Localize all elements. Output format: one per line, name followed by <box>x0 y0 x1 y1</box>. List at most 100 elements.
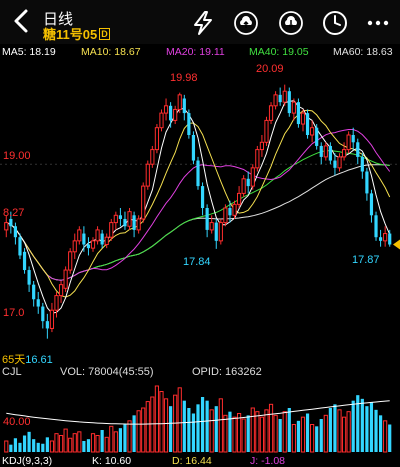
candle <box>77 226 82 245</box>
candle <box>315 124 319 150</box>
volume-bar <box>209 409 214 453</box>
candle-body <box>360 156 364 172</box>
volume-bar <box>287 408 291 452</box>
volume-bar <box>58 435 64 453</box>
candle-body <box>369 193 374 216</box>
candle-body <box>250 167 255 187</box>
candle <box>159 109 164 132</box>
candle-body <box>365 171 369 194</box>
candle-body <box>22 251 27 271</box>
candle <box>287 87 291 117</box>
period-low: 16.61 <box>25 354 53 366</box>
candle <box>250 164 255 190</box>
candle-body <box>305 113 310 135</box>
candle <box>13 222 18 245</box>
volume-bar <box>90 433 96 453</box>
candle <box>191 131 196 165</box>
candle-body <box>351 135 355 143</box>
contract-badge: D <box>99 28 110 40</box>
volume-bar <box>77 431 82 453</box>
clock-icon[interactable] <box>322 10 348 36</box>
candle-body <box>104 236 109 245</box>
period-days: 65天 <box>2 354 26 366</box>
volume-bar <box>296 420 301 452</box>
candle <box>82 226 86 252</box>
back-arrow-icon[interactable] <box>8 6 34 36</box>
contract-name[interactable]: 糖11号05 D <box>43 24 110 43</box>
volume-bar <box>32 439 36 452</box>
candle-body <box>177 94 182 110</box>
candle-body <box>205 208 209 230</box>
volume-bar <box>383 420 388 453</box>
kdj-indicator[interactable]: KDJ(9,3,3) K: 10.60 D: 16.44 J: -1.08 <box>0 455 400 467</box>
candle-body <box>132 215 136 230</box>
volume-axis-label: 40.00 <box>3 416 31 428</box>
candle <box>86 237 91 256</box>
candle-body <box>9 218 13 227</box>
candle <box>187 109 191 139</box>
volume-chart[interactable] <box>0 380 400 455</box>
more-icon[interactable] <box>365 10 391 36</box>
volume-bar <box>145 401 150 453</box>
candle-body <box>136 218 141 231</box>
candle-body <box>127 211 132 227</box>
candlestick-chart[interactable] <box>0 58 400 358</box>
candle-body <box>63 269 68 289</box>
lightning-icon[interactable] <box>190 10 216 36</box>
candle-body <box>4 222 9 231</box>
candle <box>63 266 68 292</box>
volume-bar <box>100 430 104 452</box>
candle <box>100 229 104 249</box>
candle <box>182 94 186 121</box>
ma60-label: MA60: 18.63 <box>333 46 393 58</box>
candle <box>273 91 278 110</box>
volume-bar <box>159 391 164 453</box>
candle-body <box>200 186 205 208</box>
volume-bar <box>214 406 218 452</box>
candle-body <box>150 149 155 165</box>
candle <box>296 98 301 128</box>
volume-bar <box>109 425 114 453</box>
candle <box>41 302 45 329</box>
candle-body <box>246 178 250 187</box>
candle-body <box>310 127 315 136</box>
volume-bar <box>72 433 77 453</box>
candle-body <box>45 321 49 329</box>
low-label-1: 17.84 <box>183 256 211 268</box>
volume-bar <box>241 418 246 453</box>
volume-bar <box>341 416 347 453</box>
candle-body <box>100 233 104 245</box>
volume-bar <box>191 413 196 452</box>
cloud-upload-icon[interactable] <box>233 10 259 36</box>
candle-body <box>95 229 100 242</box>
candle <box>54 291 59 318</box>
candle-body <box>323 145 328 158</box>
volume-bar <box>49 440 55 453</box>
volume-bar <box>45 437 49 452</box>
candle-body <box>145 163 150 187</box>
candle-body <box>82 233 86 245</box>
ma40-label: MA40: 19.05 <box>249 46 309 58</box>
candle <box>282 84 287 106</box>
volume-bar <box>328 408 332 452</box>
axis-label-17: 17.0 <box>3 307 25 319</box>
volume-bar <box>255 411 260 453</box>
candle <box>218 218 223 245</box>
volume-bar <box>232 416 237 453</box>
candle-body <box>315 127 319 146</box>
cloud-download-icon[interactable] <box>278 10 304 36</box>
candle <box>45 313 49 339</box>
candle-body <box>27 270 31 285</box>
candle-body <box>264 119 269 143</box>
volume-bar <box>41 443 45 452</box>
candle <box>58 281 64 303</box>
candle-body <box>154 127 160 151</box>
candle <box>123 211 127 230</box>
candle <box>90 237 96 252</box>
kdj-d: D: 16.44 <box>172 455 212 467</box>
candle-body <box>32 284 36 300</box>
volume-bar <box>282 411 287 453</box>
volume-bar <box>351 400 355 452</box>
volume-bar <box>223 414 228 453</box>
candle <box>196 156 200 190</box>
